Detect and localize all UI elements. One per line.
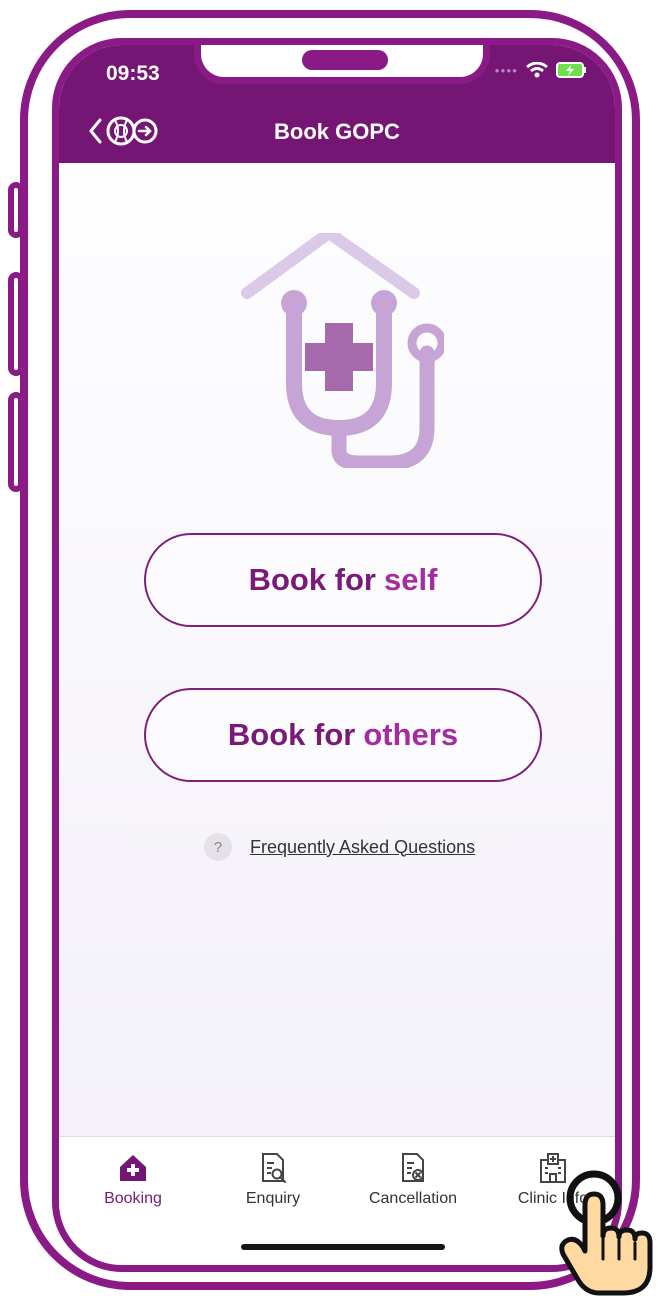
document-cancel-icon: [402, 1153, 424, 1182]
wifi-icon: [526, 62, 548, 78]
book-self-emphasis: self: [384, 562, 438, 597]
book-self-button[interactable]: Book for self: [144, 533, 542, 627]
book-others-prefix: Book for: [227, 717, 356, 752]
tab-booking-label: Booking: [104, 1190, 162, 1207]
tab-enquiry[interactable]: Enquiry: [203, 1151, 343, 1208]
tab-booking[interactable]: Booking: [63, 1151, 203, 1208]
faq-link[interactable]: Frequently Asked Questions: [250, 837, 475, 858]
bottom-tab-bar: Booking Enquiry Cancellation Clinic Info: [59, 1136, 615, 1265]
pointer-hand-icon: [559, 1170, 653, 1296]
book-others-button[interactable]: Book for others: [144, 688, 542, 782]
app-header: 09:53 ●●●● Book GOPC: [59, 45, 615, 163]
document-search-icon: [262, 1153, 286, 1183]
question-icon: ?: [204, 833, 232, 861]
page-title: Book GOPC: [274, 119, 400, 144]
speaker: [302, 50, 388, 70]
status-time: 09:53: [106, 62, 160, 85]
book-others-emphasis: others: [363, 717, 459, 752]
app-screen: 09:53 ●●●● Book GOPC Book for self Book …: [52, 38, 622, 1272]
home-indicator: [241, 1244, 445, 1250]
battery-icon: [556, 62, 586, 78]
signal-icon: ●●●●: [494, 65, 518, 75]
home-stethoscope-icon: [241, 233, 444, 468]
tab-cancellation-label: Cancellation: [368, 1190, 458, 1207]
faq-link-row[interactable]: ? Frequently Asked Questions: [204, 833, 475, 861]
home-plus-icon: [120, 1155, 146, 1181]
status-icons: ●●●●: [495, 62, 587, 78]
tab-enquiry-label: Enquiry: [245, 1190, 301, 1207]
book-self-prefix: Book for: [248, 562, 376, 597]
tab-cancellation[interactable]: Cancellation: [343, 1151, 483, 1208]
